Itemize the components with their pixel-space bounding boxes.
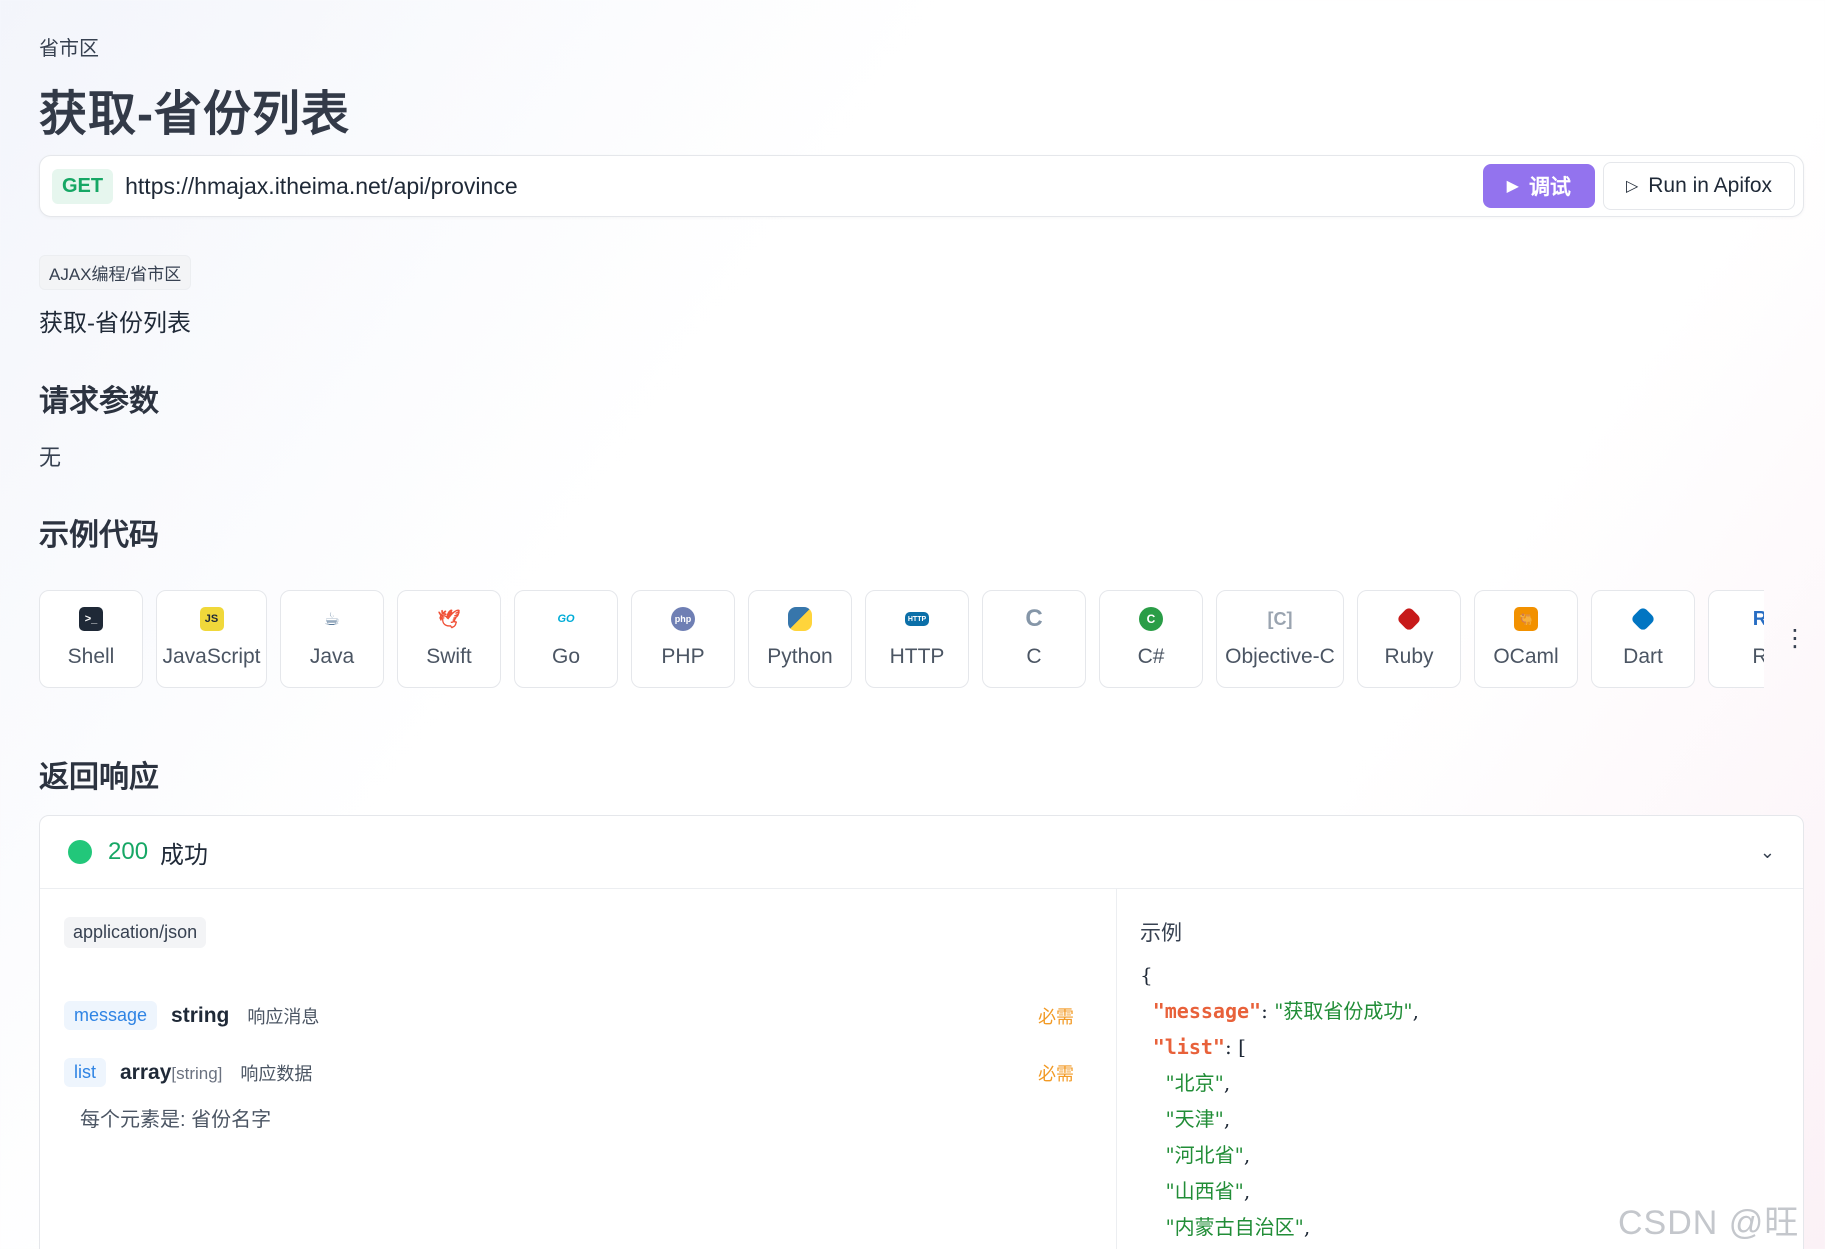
run-in-apifox-button[interactable]: ▷ Run in Apifox: [1602, 162, 1795, 210]
tab-label: Shell: [67, 645, 115, 668]
debug-label: 调试: [1528, 176, 1571, 199]
ruby-icon: [1396, 606, 1422, 632]
debug-button[interactable]: ▶ 调试: [1482, 164, 1595, 208]
response-panel: 200 成功 ⌄ application/json message string…: [39, 815, 1804, 1249]
tab-r[interactable]: R R: [1708, 590, 1764, 688]
section-title-code: 示例代码: [39, 519, 159, 552]
tab-shell[interactable]: >_ Shell: [39, 590, 143, 688]
field-desc: 响应消息: [247, 1006, 320, 1027]
breadcrumb[interactable]: 省市区: [39, 32, 99, 61]
content-type-badge: application/json: [64, 917, 207, 948]
tab-c[interactable]: C C: [982, 590, 1086, 688]
api-description: 获取-省份列表: [39, 310, 191, 337]
r-icon: R: [1752, 607, 1764, 630]
tab-label: Java: [309, 645, 355, 668]
response-body: application/json message string 响应消息 必需 …: [40, 889, 1803, 1249]
response-schema: application/json message string 响应消息 必需 …: [40, 889, 1117, 1249]
schema-field-list: list array[string] 响应数据 必需: [64, 1058, 1074, 1087]
page-title: 获取-省份列表: [39, 88, 350, 141]
tab-label: JavaScript: [162, 645, 261, 668]
tab-ruby[interactable]: Ruby: [1357, 590, 1461, 688]
run-label: Run in Apifox: [1648, 174, 1772, 197]
tab-label: C#: [1137, 645, 1165, 668]
schema-field-message: message string 响应消息 必需: [64, 1001, 1074, 1030]
tab-csharp[interactable]: C C#: [1099, 590, 1203, 688]
tab-javascript[interactable]: JS JavaScript: [156, 590, 267, 688]
method-badge: GET: [52, 168, 114, 204]
status-text: 成功: [160, 841, 209, 869]
java-icon: ☕: [323, 608, 341, 629]
tab-label: Dart: [1623, 645, 1663, 668]
tab-label: HTTP: [889, 645, 945, 668]
swift-icon: 🕊: [437, 608, 461, 629]
tab-ocaml[interactable]: 🐫 OCaml: [1474, 590, 1578, 688]
objc-icon: [C]: [1267, 608, 1293, 629]
tab-http[interactable]: HTTP HTTP: [865, 590, 969, 688]
field-required: 必需: [1038, 1006, 1074, 1027]
request-url-bar: GET https://hmajax.itheima.net/api/provi…: [39, 155, 1804, 217]
field-desc: 响应数据: [240, 1063, 313, 1084]
response-header[interactable]: 200 成功 ⌄: [40, 816, 1803, 889]
list-field-note: 每个元素是: 省份名字: [80, 1109, 272, 1131]
params-none: 无: [39, 445, 62, 470]
section-title-response: 返回响应: [39, 761, 159, 794]
tab-php[interactable]: php PHP: [631, 590, 735, 688]
tab-java[interactable]: ☕ Java: [280, 590, 384, 688]
tab-label: Go: [551, 645, 580, 668]
tab-python[interactable]: Python: [748, 590, 852, 688]
example-label: 示例: [1140, 922, 1182, 945]
status-code: 200: [108, 838, 149, 865]
dart-icon: [1630, 606, 1656, 632]
request-url[interactable]: https://hmajax.itheima.net/api/province: [125, 173, 1483, 200]
php-icon: php: [671, 607, 695, 631]
c-icon: C: [1025, 605, 1043, 632]
tab-label: Swift: [426, 645, 472, 668]
example-code: { "message": "获取省份成功", "list": [ "北京", "…: [1140, 963, 1419, 1239]
tab-label: R: [1752, 645, 1764, 668]
play-icon: ▶: [1506, 178, 1519, 195]
section-title-params: 请求参数: [39, 385, 159, 418]
play-outline-icon: ▷: [1625, 178, 1639, 195]
tab-go[interactable]: GO Go: [514, 590, 618, 688]
tab-dart[interactable]: Dart: [1591, 590, 1695, 688]
python-icon: [788, 607, 812, 631]
tab-label: OCaml: [1493, 645, 1559, 668]
watermark: CSDN @旺代: [1618, 1204, 1800, 1242]
field-name: message: [64, 1001, 158, 1030]
go-icon: GO: [557, 613, 575, 625]
tab-label: Objective-C: [1225, 645, 1335, 668]
tab-label: PHP: [661, 645, 705, 668]
terminal-icon: >_: [79, 607, 103, 631]
status-dot: [68, 840, 92, 864]
chevron-down-icon[interactable]: ⌄: [1760, 842, 1775, 863]
tab-swift[interactable]: 🕊 Swift: [397, 590, 501, 688]
more-vertical-icon[interactable]: ⋮: [1783, 627, 1807, 651]
tab-label: Ruby: [1384, 645, 1434, 668]
language-tabs: >_ Shell JS JavaScript ☕ Java 🕊 Swift GO…: [39, 590, 1764, 690]
field-required: 必需: [1038, 1063, 1074, 1084]
tab-label: C: [1026, 645, 1042, 668]
http-icon: HTTP: [905, 612, 929, 626]
folder-tag: AJAX编程/省市区: [39, 255, 192, 290]
ocaml-icon: 🐫: [1514, 607, 1538, 631]
js-icon: JS: [199, 607, 224, 631]
field-type: string: [171, 1003, 230, 1027]
tab-label: Python: [767, 645, 833, 668]
csharp-icon: C: [1139, 607, 1163, 631]
field-name: list: [64, 1058, 106, 1087]
field-type: array[string]: [120, 1060, 223, 1084]
tab-objective-c[interactable]: [C] Objective-C: [1216, 590, 1344, 688]
